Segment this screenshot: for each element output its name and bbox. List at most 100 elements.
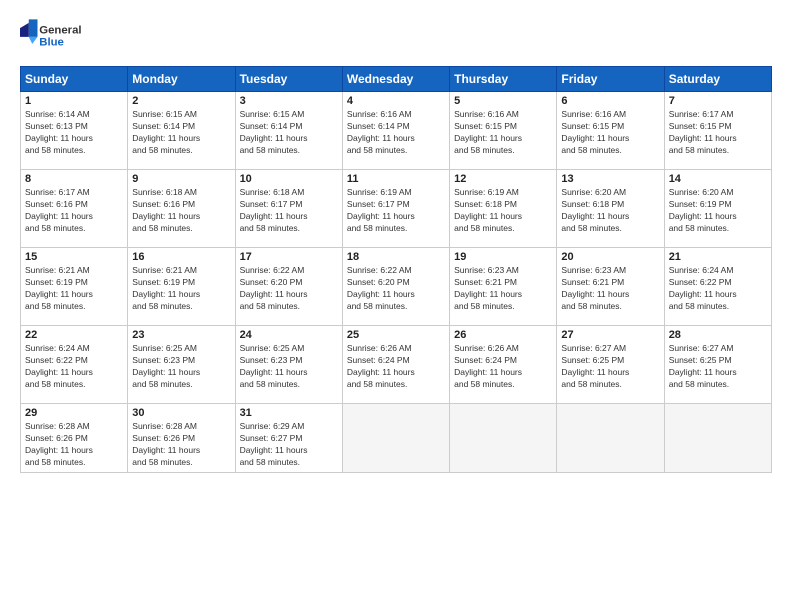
calendar-day-cell	[664, 404, 771, 473]
weekday-header-sunday: Sunday	[21, 67, 128, 92]
calendar-table: SundayMondayTuesdayWednesdayThursdayFrid…	[20, 66, 772, 473]
calendar-day-cell: 7Sunrise: 6:17 AM Sunset: 6:15 PM Daylig…	[664, 92, 771, 170]
day-number: 11	[347, 173, 445, 185]
day-number: 1	[25, 95, 123, 107]
calendar-day-cell: 15 Sunrise: 6:21 AM Sunset: 6:19 PM Dayli…	[21, 248, 128, 326]
day-number: 18	[347, 251, 445, 263]
day-number: 28	[669, 329, 767, 341]
calendar-day-cell: 31 Sunrise: 6:29 AM Sunset: 6:27 PM Dayli…	[235, 404, 342, 473]
day-info: Sunrise: 6:20 AM Sunset: 6:18 PM Dayligh…	[561, 187, 659, 235]
day-info: Sunrise: 6:15 AM Sunset: 6:14 PM Dayligh…	[132, 109, 230, 157]
calendar-day-cell: 6 Sunrise: 6:16 AM Sunset: 6:15 PM Daylig…	[557, 92, 664, 170]
calendar-week-row: 29 Sunrise: 6:28 AM Sunset: 6:26 PM Dayli…	[21, 404, 772, 473]
calendar-day-cell: 21 Sunrise: 6:24 AM Sunset: 6:22 PM Dayli…	[664, 248, 771, 326]
day-info: Sunrise: 6:23 AM Sunset: 6:21 PM Dayligh…	[561, 265, 659, 313]
calendar-day-cell: 29 Sunrise: 6:28 AM Sunset: 6:26 PM Dayli…	[21, 404, 128, 473]
day-info: Sunrise: 6:29 AM Sunset: 6:27 PM Dayligh…	[240, 421, 338, 469]
header: General Blue	[20, 16, 772, 56]
calendar-week-row: 22 Sunrise: 6:24 AM Sunset: 6:22 PM Dayli…	[21, 326, 772, 404]
calendar-day-cell	[557, 404, 664, 473]
calendar-day-cell: 12Sunrise: 6:19 AM Sunset: 6:18 PM Dayli…	[450, 170, 557, 248]
calendar-day-cell: 20 Sunrise: 6:23 AM Sunset: 6:21 PM Dayli…	[557, 248, 664, 326]
day-info: Sunrise: 6:26 AM Sunset: 6:24 PM Dayligh…	[347, 343, 445, 391]
day-info: Sunrise: 6:18 AM Sunset: 6:17 PM Dayligh…	[240, 187, 338, 235]
calendar-day-cell: 3 Sunrise: 6:15 AM Sunset: 6:14 PM Daylig…	[235, 92, 342, 170]
day-number: 15	[25, 251, 123, 263]
calendar-day-cell: 25 Sunrise: 6:26 AM Sunset: 6:24 PM Dayli…	[342, 326, 449, 404]
calendar-day-cell: 8 Sunrise: 6:17 AM Sunset: 6:16 PM Daylig…	[21, 170, 128, 248]
day-info: Sunrise: 6:25 AM Sunset: 6:23 PM Dayligh…	[132, 343, 230, 391]
day-info: Sunrise: 6:16 AM Sunset: 6:14 PM Dayligh…	[347, 109, 445, 157]
day-info: Sunrise: 6:27 AM Sunset: 6:25 PM Dayligh…	[561, 343, 659, 391]
calendar-day-cell: 14 Sunrise: 6:20 AM Sunset: 6:19 PM Dayli…	[664, 170, 771, 248]
calendar-day-cell: 23 Sunrise: 6:25 AM Sunset: 6:23 PM Dayli…	[128, 326, 235, 404]
day-number: 14	[669, 173, 767, 185]
day-number: 8	[25, 173, 123, 185]
day-info: Sunrise: 6:21 AM Sunset: 6:19 PM Dayligh…	[25, 265, 123, 313]
day-info: Sunrise: 6:24 AM Sunset: 6:22 PM Dayligh…	[25, 343, 123, 391]
calendar-day-cell: 30Sunrise: 6:28 AM Sunset: 6:26 PM Dayli…	[128, 404, 235, 473]
weekday-header-wednesday: Wednesday	[342, 67, 449, 92]
day-info: Sunrise: 6:18 AM Sunset: 6:16 PM Dayligh…	[132, 187, 230, 235]
calendar-day-cell: 13 Sunrise: 6:20 AM Sunset: 6:18 PM Dayli…	[557, 170, 664, 248]
day-number: 30	[132, 407, 230, 419]
day-number: 3	[240, 95, 338, 107]
day-number: 13	[561, 173, 659, 185]
day-info: Sunrise: 6:26 AM Sunset: 6:24 PM Dayligh…	[454, 343, 552, 391]
day-info: Sunrise: 6:16 AM Sunset: 6:15 PM Dayligh…	[454, 109, 552, 157]
day-number: 2	[132, 95, 230, 107]
weekday-header-friday: Friday	[557, 67, 664, 92]
day-info: Sunrise: 6:28 AM Sunset: 6:26 PM Dayligh…	[25, 421, 123, 469]
day-info: Sunrise: 6:19 AM Sunset: 6:18 PM Dayligh…	[454, 187, 552, 235]
calendar-day-cell: 28 Sunrise: 6:27 AM Sunset: 6:25 PM Dayli…	[664, 326, 771, 404]
calendar-week-row: 1Sunrise: 6:14 AM Sunset: 6:13 PM Daylig…	[21, 92, 772, 170]
day-number: 16	[132, 251, 230, 263]
calendar-day-cell: 27 Sunrise: 6:27 AM Sunset: 6:25 PM Dayli…	[557, 326, 664, 404]
day-number: 6	[561, 95, 659, 107]
svg-text:Blue: Blue	[39, 37, 64, 49]
day-info: Sunrise: 6:17 AM Sunset: 6:15 PM Dayligh…	[669, 109, 767, 157]
day-number: 21	[669, 251, 767, 263]
calendar-day-cell: 9Sunrise: 6:18 AM Sunset: 6:16 PM Daylig…	[128, 170, 235, 248]
day-info: Sunrise: 6:15 AM Sunset: 6:14 PM Dayligh…	[240, 109, 338, 157]
weekday-header-saturday: Saturday	[664, 67, 771, 92]
day-info: Sunrise: 6:25 AM Sunset: 6:23 PM Dayligh…	[240, 343, 338, 391]
calendar-day-cell: 18 Sunrise: 6:22 AM Sunset: 6:20 PM Dayli…	[342, 248, 449, 326]
day-info: Sunrise: 6:21 AM Sunset: 6:19 PM Dayligh…	[132, 265, 230, 313]
calendar-week-row: 15 Sunrise: 6:21 AM Sunset: 6:19 PM Dayli…	[21, 248, 772, 326]
day-number: 25	[347, 329, 445, 341]
page: General Blue SundayMondayTuesdayWednesda…	[0, 0, 792, 612]
calendar-day-cell: 24Sunrise: 6:25 AM Sunset: 6:23 PM Dayli…	[235, 326, 342, 404]
day-info: Sunrise: 6:23 AM Sunset: 6:21 PM Dayligh…	[454, 265, 552, 313]
day-number: 20	[561, 251, 659, 263]
calendar-header-row: SundayMondayTuesdayWednesdayThursdayFrid…	[21, 67, 772, 92]
day-number: 29	[25, 407, 123, 419]
weekday-header-tuesday: Tuesday	[235, 67, 342, 92]
day-info: Sunrise: 6:24 AM Sunset: 6:22 PM Dayligh…	[669, 265, 767, 313]
day-info: Sunrise: 6:16 AM Sunset: 6:15 PM Dayligh…	[561, 109, 659, 157]
calendar-day-cell: 19 Sunrise: 6:23 AM Sunset: 6:21 PM Dayli…	[450, 248, 557, 326]
calendar-day-cell: 17Sunrise: 6:22 AM Sunset: 6:20 PM Dayli…	[235, 248, 342, 326]
calendar-day-cell: 26 Sunrise: 6:26 AM Sunset: 6:24 PM Dayli…	[450, 326, 557, 404]
weekday-header-monday: Monday	[128, 67, 235, 92]
calendar-day-cell: 5Sunrise: 6:16 AM Sunset: 6:15 PM Daylig…	[450, 92, 557, 170]
weekday-header-thursday: Thursday	[450, 67, 557, 92]
day-info: Sunrise: 6:17 AM Sunset: 6:16 PM Dayligh…	[25, 187, 123, 235]
day-info: Sunrise: 6:20 AM Sunset: 6:19 PM Dayligh…	[669, 187, 767, 235]
day-info: Sunrise: 6:22 AM Sunset: 6:20 PM Dayligh…	[240, 265, 338, 313]
day-number: 31	[240, 407, 338, 419]
day-number: 22	[25, 329, 123, 341]
day-number: 23	[132, 329, 230, 341]
calendar-day-cell: 2 Sunrise: 6:15 AM Sunset: 6:14 PM Daylig…	[128, 92, 235, 170]
day-number: 26	[454, 329, 552, 341]
svg-text:General: General	[39, 24, 81, 36]
day-info: Sunrise: 6:27 AM Sunset: 6:25 PM Dayligh…	[669, 343, 767, 391]
day-number: 27	[561, 329, 659, 341]
day-number: 10	[240, 173, 338, 185]
day-info: Sunrise: 6:22 AM Sunset: 6:20 PM Dayligh…	[347, 265, 445, 313]
calendar-day-cell	[342, 404, 449, 473]
calendar-day-cell	[450, 404, 557, 473]
day-number: 19	[454, 251, 552, 263]
calendar-day-cell: 16 Sunrise: 6:21 AM Sunset: 6:19 PM Dayli…	[128, 248, 235, 326]
day-info: Sunrise: 6:19 AM Sunset: 6:17 PM Dayligh…	[347, 187, 445, 235]
